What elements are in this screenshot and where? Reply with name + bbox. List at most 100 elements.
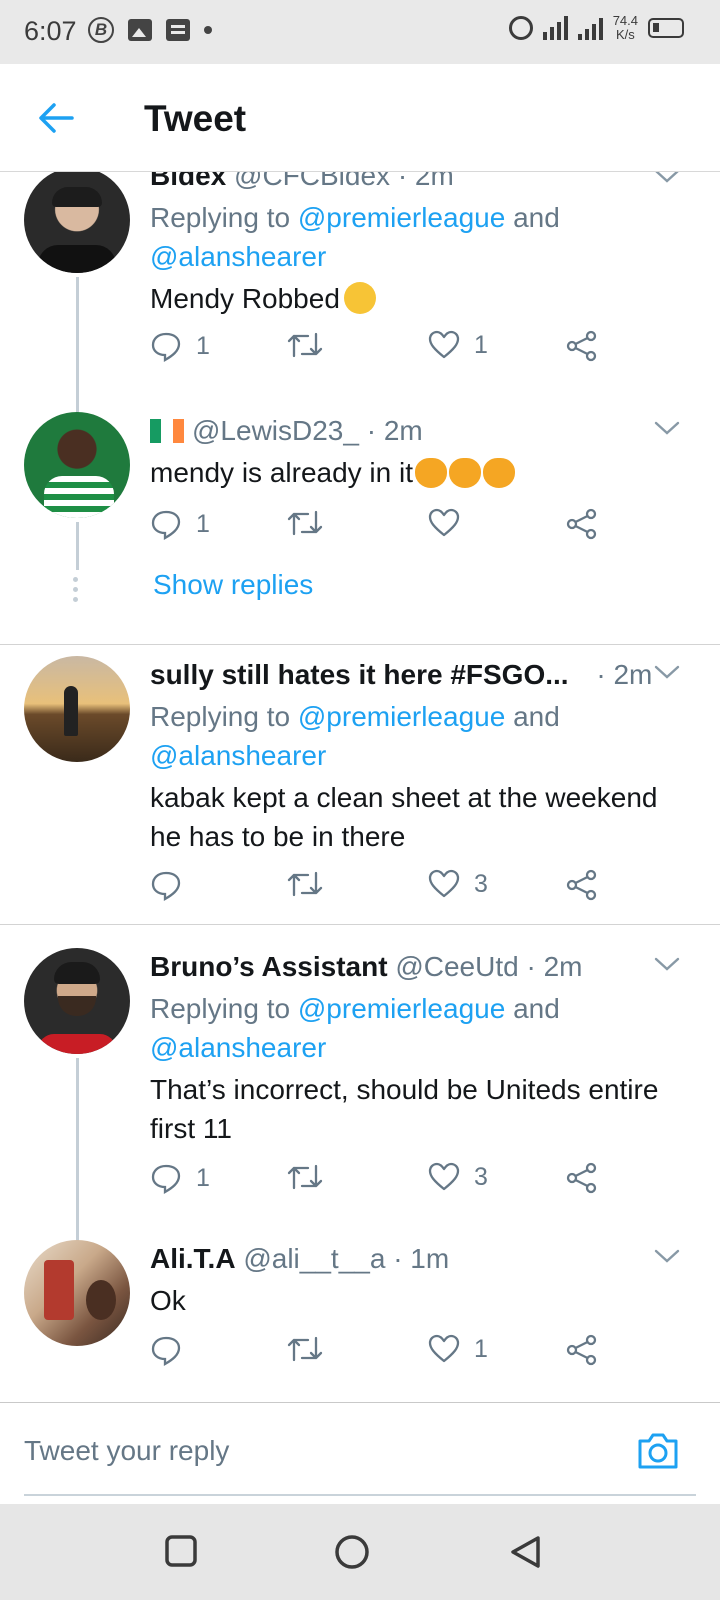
like-button[interactable]: 1 [428, 1334, 488, 1364]
like-button[interactable]: 1 [428, 330, 488, 360]
tweet-text: That’s incorrect, should be Uniteds enti… [150, 1074, 659, 1144]
replying-to: Replying to @premierleague and @alanshea… [150, 993, 560, 1063]
heart-icon [428, 508, 460, 537]
heart-icon [428, 1334, 460, 1363]
back-arrow-icon[interactable] [36, 98, 76, 138]
avatar[interactable] [24, 656, 130, 762]
tweet-actions: 1 3 [150, 1162, 630, 1202]
replying-to: Replying to @premierleague and @alanshea… [150, 202, 560, 272]
mention-link[interactable]: @premierleague [298, 202, 505, 233]
show-replies-link[interactable]: Show replies [153, 569, 313, 601]
replying-to: Replying to @premierleague and @alanshea… [150, 701, 560, 771]
handle: @CFCBidex [234, 172, 391, 191]
timestamp: · 2m [526, 951, 583, 982]
share-button[interactable] [566, 1162, 598, 1194]
tweet[interactable]: Bruno’s Assistant @CeeUtd · 2m Replying … [0, 948, 720, 1248]
handle: @LewisD23_ [192, 415, 359, 446]
share-icon [566, 1334, 597, 1366]
reply-button[interactable] [150, 869, 196, 901]
tweet-actions: 1 [150, 508, 630, 548]
like-button[interactable]: 3 [428, 869, 488, 899]
divider [0, 644, 720, 645]
retweet-button[interactable] [286, 1162, 338, 1192]
camera-icon[interactable] [636, 1431, 680, 1471]
tweet-text: mendy is already in it [150, 453, 696, 492]
like-button[interactable] [428, 508, 474, 538]
retweet-icon [287, 1164, 323, 1190]
reply-button[interactable]: 1 [150, 1162, 210, 1194]
retweet-icon [287, 1336, 323, 1362]
signal-2-icon [577, 16, 603, 40]
avatar[interactable] [24, 948, 130, 1054]
more-notifications-dot [204, 26, 212, 34]
tweet[interactable]: Ali.T.A @ali__t__a · 1m Ok 1 [0, 1240, 720, 1402]
mention-link[interactable]: @alanshearer [150, 740, 326, 771]
retweet-button[interactable] [286, 330, 338, 360]
thread-line [76, 1058, 79, 1248]
share-icon [566, 1162, 597, 1194]
tweet-text: kabak kept a clean sheet at the weekend … [150, 782, 658, 852]
status-right-icons: 74.4 K/s [508, 13, 684, 42]
back-icon[interactable] [508, 1534, 542, 1570]
display-name: Bidex [150, 172, 227, 191]
tweet[interactable]: sully still hates it here #FSGO... · 2m … [0, 656, 720, 926]
reply-input-underline [24, 1494, 696, 1496]
cat-tears-of-joy-emoji [415, 458, 448, 488]
reply-button[interactable] [150, 1334, 196, 1366]
avatar[interactable] [24, 172, 130, 273]
handle: @ali__t__a [243, 1243, 386, 1274]
gallery-icon [128, 19, 152, 41]
tweet-header: Bruno’s Assistant @CeeUtd · 2m [150, 948, 696, 986]
divider [0, 924, 720, 925]
b-app-icon: B [88, 17, 114, 43]
retweet-button[interactable] [286, 869, 338, 899]
crying-face-emoji [343, 282, 376, 314]
status-time: 6:07 [24, 16, 77, 46]
reply-icon [151, 1336, 181, 1366]
like-button[interactable]: 3 [428, 1162, 488, 1192]
heart-icon [428, 1162, 460, 1191]
tweet-thread[interactable]: Bidex @CFCBidex · 2m Replying to @premie… [0, 172, 720, 1402]
cat-tears-of-joy-emoji [483, 458, 516, 488]
heart-icon [428, 330, 460, 359]
reply-input[interactable]: Tweet your reply [24, 1435, 229, 1467]
display-name: Ali.T.A [150, 1243, 236, 1274]
tweet-header: Bidex @CFCBidex · 2m [150, 172, 696, 195]
tweet[interactable]: @LewisD23_ · 2m mendy is already in it 1 [0, 412, 720, 632]
display-name: Bruno’s Assistant [150, 951, 388, 982]
mention-link[interactable]: @alanshearer [150, 1032, 326, 1063]
retweet-icon [287, 332, 323, 358]
share-button[interactable] [566, 330, 598, 362]
retweet-icon [287, 510, 323, 536]
handle: @CeeUtd [395, 951, 519, 982]
share-button[interactable] [566, 1334, 598, 1366]
retweet-button[interactable] [286, 508, 338, 538]
reply-composer[interactable]: Tweet your reply [0, 1402, 720, 1498]
share-icon [566, 869, 597, 901]
mention-link[interactable]: @premierleague [298, 701, 505, 732]
network-speed: 74.4 K/s [612, 13, 638, 42]
display-name: sully still hates it here #FSGO... [150, 659, 569, 690]
reply-icon [151, 1164, 181, 1194]
recent-apps-icon[interactable] [164, 1534, 198, 1568]
avatar[interactable] [24, 412, 130, 518]
avatar[interactable] [24, 1240, 130, 1346]
reply-icon [151, 510, 181, 540]
tweet-text: Mendy Robbed [150, 279, 696, 318]
home-icon[interactable] [334, 1534, 370, 1570]
share-button[interactable] [566, 508, 598, 540]
reply-button[interactable]: 1 [150, 508, 210, 540]
ireland-flag-icon [150, 415, 184, 443]
tweet[interactable]: Bidex @CFCBidex · 2m Replying to @premie… [0, 172, 720, 417]
reply-icon [151, 871, 181, 901]
notification-icons: B [88, 17, 212, 43]
cat-tears-of-joy-emoji [449, 458, 482, 488]
reply-icon [151, 332, 181, 362]
timestamp: · 2m [397, 172, 454, 191]
retweet-button[interactable] [286, 1334, 338, 1364]
page-title: Tweet [144, 98, 247, 139]
mention-link[interactable]: @alanshearer [150, 241, 326, 272]
mention-link[interactable]: @premierleague [298, 993, 505, 1024]
share-button[interactable] [566, 869, 598, 901]
reply-button[interactable]: 1 [150, 330, 210, 362]
